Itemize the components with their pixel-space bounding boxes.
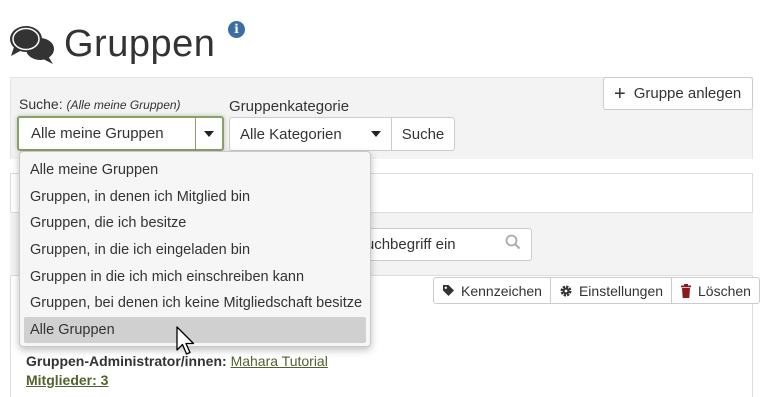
category-label: Gruppenkategorie [229,98,350,115]
search-button[interactable]: Suche [391,117,455,151]
chevron-down-icon [371,131,381,137]
group-actions: Kennzeichen Einstellungen Löschen [433,277,760,304]
page-header: Gruppen [8,14,215,74]
add-group-button[interactable]: + Gruppe anlegen [603,77,753,110]
admin-label: Gruppen-Administrator/innen: [26,353,227,369]
search-filter-select[interactable]: Alle meine Gruppen [17,116,224,151]
search-label-text: Suche: [19,96,63,112]
dropdown-option[interactable]: Alle meine Gruppen [20,157,370,184]
info-circle-icon[interactable]: i [228,21,245,38]
chat-bubbles-icon [8,22,58,66]
members-link[interactable]: Mitglieder: 3 [26,372,108,388]
plus-icon: + [614,82,626,105]
dropdown-option[interactable]: Gruppen in die ich mich einschreiben kan… [20,263,370,290]
settings-label: Einstellungen [578,282,664,299]
tag-icon [443,285,454,296]
dropdown-option[interactable]: Gruppen, in die ich eingeladen bin [20,237,370,264]
category-value: Alle Kategorien [240,125,342,143]
dropdown-option[interactable]: Gruppen, die ich besitze [20,210,370,237]
dropdown-option[interactable]: Gruppen, bei denen ich keine Mitgliedsch… [20,290,370,317]
admin-link[interactable]: Mahara Tutorial [231,353,328,369]
search-filter-dropdown: Alle meine Gruppen Gruppen, in denen ich… [19,151,371,347]
trash-icon [681,283,692,298]
dropdown-option[interactable]: Gruppen, in denen ich Mitglied bin [20,184,370,211]
page-title: Gruppen [64,22,216,65]
tags-label: Kennzeichen [461,282,542,299]
search-label-hint: (Alle meine Gruppen) [66,98,181,112]
chevron-down-icon[interactable] [195,118,222,149]
search-filter-label: Suche: (Alle meine Gruppen) [19,96,181,112]
gear-icon [560,285,572,296]
add-group-label: Gruppe anlegen [633,85,742,102]
delete-label: Löschen [698,282,751,299]
mouse-cursor-icon [176,326,196,361]
settings-button[interactable]: Einstellungen [551,278,673,303]
search-icon [505,234,521,255]
category-select[interactable]: Alle Kategorien [229,117,392,151]
tags-button[interactable]: Kennzeichen [434,278,551,303]
search-filter-value: Alle meine Gruppen [31,125,164,142]
delete-button[interactable]: Löschen [672,278,759,303]
